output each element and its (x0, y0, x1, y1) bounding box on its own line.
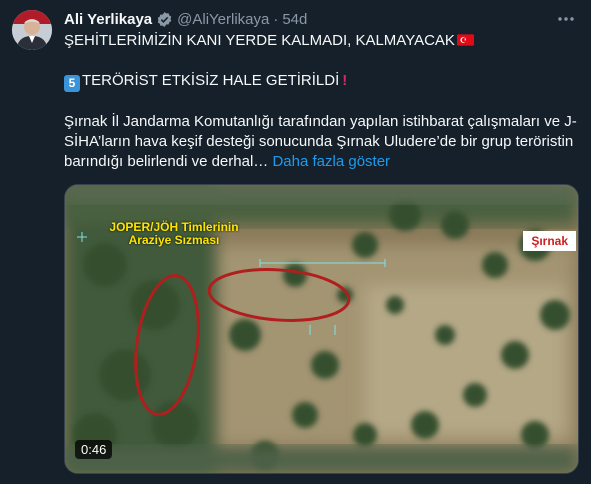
keycap-five-icon: 5 (64, 75, 80, 92)
exclamation-icon: ! (342, 72, 348, 89)
tweet-line-2: 5 TERÖRİST ETKİSİZ HALE GETİRİLDİ! (64, 71, 579, 92)
avatar[interactable] (12, 10, 52, 50)
more-options-icon (558, 17, 574, 21)
tweet-header: Ali Yerlikaya @AliYerlikaya · 54d (64, 9, 575, 29)
tweet-time[interactable]: 54d (282, 11, 307, 28)
video-player[interactable]: JOPER/JÖH Timlerinin Araziye Sızması Şır… (64, 184, 579, 474)
tweet-body: Şırnak İl Jandarma Komutanlığı tarafında… (64, 112, 579, 172)
more-options-button[interactable] (555, 8, 577, 30)
separator-dot: · (273, 10, 279, 28)
tweet-line-1: ŞEHİTLERİMİZİN KANI YERDE KALMADI, KALMA… (64, 31, 579, 51)
turkey-flag-icon (456, 34, 474, 46)
verified-badge-icon (157, 11, 172, 27)
author-name[interactable]: Ali Yerlikaya (64, 11, 152, 28)
tweet-text: ŞEHİTLERİMİZİN KANI YERDE KALMADI, KALMA… (64, 31, 579, 172)
avatar-image (12, 10, 52, 50)
headline-text: ŞEHİTLERİMİZİN KANI YERDE KALMADI, KALMA… (64, 32, 455, 49)
show-more-link[interactable]: Daha fazla göster (272, 153, 390, 170)
location-tag: Şırnak (523, 231, 576, 251)
author-handle[interactable]: @AliYerlikaya (177, 11, 269, 28)
video-overlay-title: JOPER/JÖH Timlerinin Araziye Sızması (109, 220, 239, 247)
subheadline-text: TERÖRİST ETKİSİZ HALE GETİRİLDİ (82, 72, 340, 89)
video-duration: 0:46 (75, 440, 113, 459)
